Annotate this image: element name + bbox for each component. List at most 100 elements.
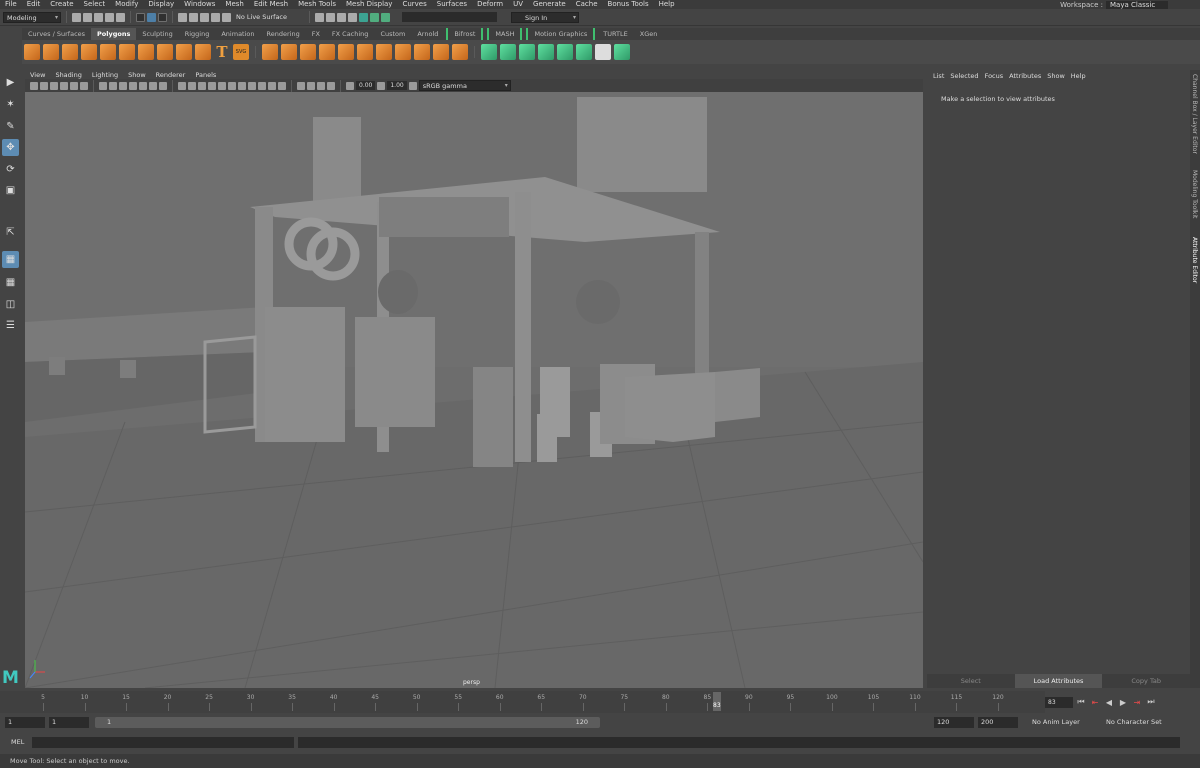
- separate-icon[interactable]: [281, 44, 297, 60]
- checker-icon[interactable]: [595, 44, 611, 60]
- four-view-layout-icon[interactable]: ▦: [2, 274, 19, 291]
- poly-cone-icon[interactable]: [81, 44, 97, 60]
- menu-file[interactable]: File: [0, 0, 22, 9]
- step-back-frame-icon[interactable]: ◀: [1103, 698, 1115, 707]
- undo-icon[interactable]: [105, 12, 114, 22]
- select-button[interactable]: Select: [927, 674, 1015, 688]
- step-back-key-icon[interactable]: ⇤: [1089, 698, 1101, 707]
- menu-create[interactable]: Create: [45, 0, 78, 9]
- shelf-tab-mash[interactable]: MASH: [487, 28, 523, 40]
- sign-in-dropdown[interactable]: Sign In: [511, 11, 580, 23]
- single-perspective-layout-icon[interactable]: ▦: [2, 251, 19, 268]
- shelf-tab-custom[interactable]: Custom: [374, 28, 411, 40]
- poly-torus-icon[interactable]: [100, 44, 116, 60]
- shelf-tab-curves-surfaces[interactable]: Curves / Surfaces: [22, 28, 91, 40]
- viewport-menu-view[interactable]: View: [25, 71, 50, 79]
- lasso-tool-icon[interactable]: ✶: [2, 96, 19, 113]
- fill-hole-icon[interactable]: [433, 44, 449, 60]
- bevel-icon[interactable]: [395, 44, 411, 60]
- viewport-menu-lighting[interactable]: Lighting: [87, 71, 123, 79]
- menu-edit[interactable]: Edit: [22, 0, 46, 9]
- playback-start-field[interactable]: 1: [49, 717, 89, 728]
- exposure-icon[interactable]: [346, 81, 354, 90]
- shelf-tab-rendering[interactable]: Rendering: [261, 28, 306, 40]
- combine-icon[interactable]: [262, 44, 278, 60]
- tab-attribute-editor[interactable]: Attribute Editor: [1191, 237, 1198, 283]
- paint-select-tool-icon[interactable]: ✎: [2, 118, 19, 135]
- resolution-gate-icon[interactable]: [119, 81, 127, 90]
- gamma-field[interactable]: 1.00: [387, 81, 407, 90]
- color-space-dropdown[interactable]: sRGB gamma: [418, 80, 511, 91]
- shelf-tab-motion-graphics[interactable]: Motion Graphics: [526, 28, 596, 40]
- menu-mesh[interactable]: Mesh: [220, 0, 248, 9]
- new-scene-icon[interactable]: [72, 12, 81, 22]
- shelf-tab-arnold[interactable]: Arnold: [411, 28, 444, 40]
- mirror-icon[interactable]: [338, 44, 354, 60]
- select-object-icon[interactable]: [147, 12, 156, 22]
- attribute-menu-list[interactable]: List: [930, 72, 947, 80]
- film-gate-icon[interactable]: [109, 81, 117, 90]
- move-tool-icon[interactable]: ✥: [2, 139, 19, 156]
- start-time-field[interactable]: 1: [5, 717, 45, 728]
- menu-modify[interactable]: Modify: [110, 0, 143, 9]
- select-tool-icon[interactable]: ▶: [2, 74, 19, 91]
- poly-plane-icon[interactable]: [119, 44, 135, 60]
- xray-icon[interactable]: [307, 81, 315, 90]
- step-forward-key-icon[interactable]: ⇥: [1131, 698, 1143, 707]
- bookmarks-icon[interactable]: [50, 81, 58, 90]
- color-management-icon[interactable]: [408, 81, 417, 90]
- poly-pyramid-icon[interactable]: [176, 44, 192, 60]
- menu-uv[interactable]: UV: [508, 0, 528, 9]
- motion-blur-icon[interactable]: [258, 81, 266, 90]
- copy-tab-button[interactable]: Copy Tab: [1102, 674, 1191, 688]
- poly-pipe-icon[interactable]: [195, 44, 211, 60]
- wireframe-on-shaded-icon[interactable]: [208, 81, 216, 90]
- reduce-icon[interactable]: [452, 44, 468, 60]
- attribute-menu-attributes[interactable]: Attributes: [1006, 72, 1044, 80]
- image-plane-icon[interactable]: [60, 81, 68, 90]
- poly-cube-icon[interactable]: [43, 44, 59, 60]
- platonic-solid-icon[interactable]: [157, 44, 173, 60]
- attribute-menu-help[interactable]: Help: [1068, 72, 1089, 80]
- script-language-label[interactable]: MEL: [11, 738, 24, 746]
- playback-end-field[interactable]: 120: [934, 717, 974, 728]
- extrude-icon[interactable]: [357, 44, 373, 60]
- menu-help[interactable]: Help: [654, 0, 680, 9]
- render-view-icon[interactable]: [348, 12, 358, 22]
- load-attributes-button[interactable]: Load Attributes: [1014, 674, 1103, 688]
- bridge-icon[interactable]: [376, 44, 392, 60]
- viewport-menu-panels[interactable]: Panels: [190, 71, 221, 79]
- rotate-tool-icon[interactable]: ⟳: [2, 161, 19, 178]
- current-frame-field[interactable]: 83: [1045, 696, 1073, 708]
- snap-view-icon[interactable]: [211, 12, 220, 22]
- search-field[interactable]: [402, 12, 498, 22]
- poly-cylinder-icon[interactable]: [62, 44, 78, 60]
- go-to-start-icon[interactable]: ⏮: [1075, 697, 1087, 707]
- gamma-icon[interactable]: [377, 81, 386, 90]
- time-slider[interactable]: 5 10 15 20 25 30 35 40 45 50 55 60 65 70 75 80 85 90 95 100…: [0, 691, 1045, 713]
- xray-components-icon[interactable]: [327, 81, 335, 90]
- textured-icon[interactable]: [218, 81, 226, 90]
- shelf-tab-turtle[interactable]: TURTLE: [597, 28, 633, 40]
- arnold-render-icon[interactable]: [359, 12, 369, 22]
- use-all-lights-icon[interactable]: [228, 81, 236, 90]
- shelf-tab-rigging[interactable]: Rigging: [179, 28, 216, 40]
- viewport-menu-renderer[interactable]: Renderer: [151, 71, 191, 79]
- render-settings-icon[interactable]: [315, 12, 325, 22]
- open-scene-icon[interactable]: [83, 12, 92, 22]
- svg-icon[interactable]: SVG: [233, 44, 249, 60]
- end-time-field[interactable]: 200: [978, 717, 1018, 728]
- snap-point-icon[interactable]: [200, 12, 209, 22]
- depth-of-field-icon[interactable]: [278, 81, 286, 90]
- menu-curves[interactable]: Curves: [397, 0, 431, 9]
- shelf-tab-xgen[interactable]: XGen: [634, 28, 664, 40]
- character-set-dropdown[interactable]: No Character Set: [1106, 718, 1162, 726]
- snap-grid-icon[interactable]: [178, 12, 187, 22]
- default-material-icon[interactable]: [198, 81, 206, 90]
- menu-cache[interactable]: Cache: [571, 0, 603, 9]
- render-frame-icon[interactable]: [326, 12, 336, 22]
- outliner-icon[interactable]: ☰: [2, 317, 19, 334]
- append-polygon-icon[interactable]: [414, 44, 430, 60]
- select-component-icon[interactable]: [158, 12, 167, 22]
- shelf-tab-bifrost[interactable]: Bifrost: [446, 28, 484, 40]
